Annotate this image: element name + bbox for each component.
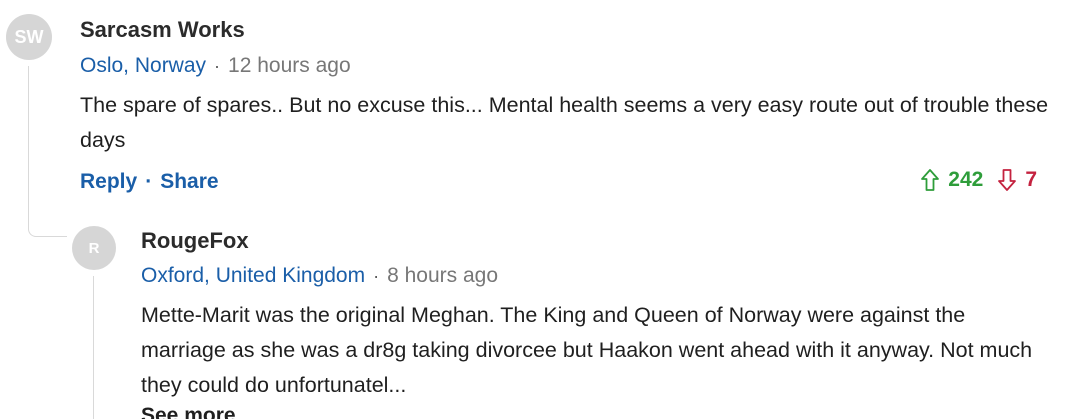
upvote-count: 242 [948,168,984,191]
comment-meta: Oxford, United Kingdom · 8 hours ago [141,264,498,288]
comments-thread: SW Sarcasm Works Oslo, Norway · 12 hours a… [0,0,1069,419]
comment-meta: Oslo, Norway · 12 hours ago [80,54,351,78]
comment-timestamp: 12 hours ago [228,54,351,77]
comment-text: The spare of spares.. But no excuse this… [80,93,1049,152]
comment-username[interactable]: RougeFox [141,228,249,254]
meta-separator: · [214,56,221,76]
avatar-initials: SW [14,26,44,47]
comment-location[interactable]: Oslo, Norway [80,54,206,77]
meta-separator: · [373,266,380,286]
avatar[interactable]: SW [6,14,52,60]
comment-text: Mette-Marit was the original Meghan. The… [141,303,1033,397]
action-separator: · [145,170,153,193]
vote-controls: 242 7 [920,168,1037,192]
reply-thread-connector [93,276,94,419]
upvote-button[interactable]: 242 [920,168,983,192]
comment-timestamp: 8 hours ago [387,264,499,287]
share-button[interactable]: Share [160,170,218,193]
avatar-initials: R [88,239,100,257]
comment-actions: Reply · Share [80,170,219,194]
comment-username[interactable]: Sarcasm Works [80,17,245,43]
see-more-link[interactable]: See more [141,404,236,419]
avatar[interactable]: R [72,226,116,270]
thread-connector [28,66,67,237]
reply-button[interactable]: Reply [80,170,137,193]
downvote-count: 7 [1025,168,1037,191]
arrow-up-icon [920,168,940,192]
arrow-down-icon [997,168,1017,192]
comment-location[interactable]: Oxford, United Kingdom [141,264,365,287]
downvote-button[interactable]: 7 [997,168,1037,192]
